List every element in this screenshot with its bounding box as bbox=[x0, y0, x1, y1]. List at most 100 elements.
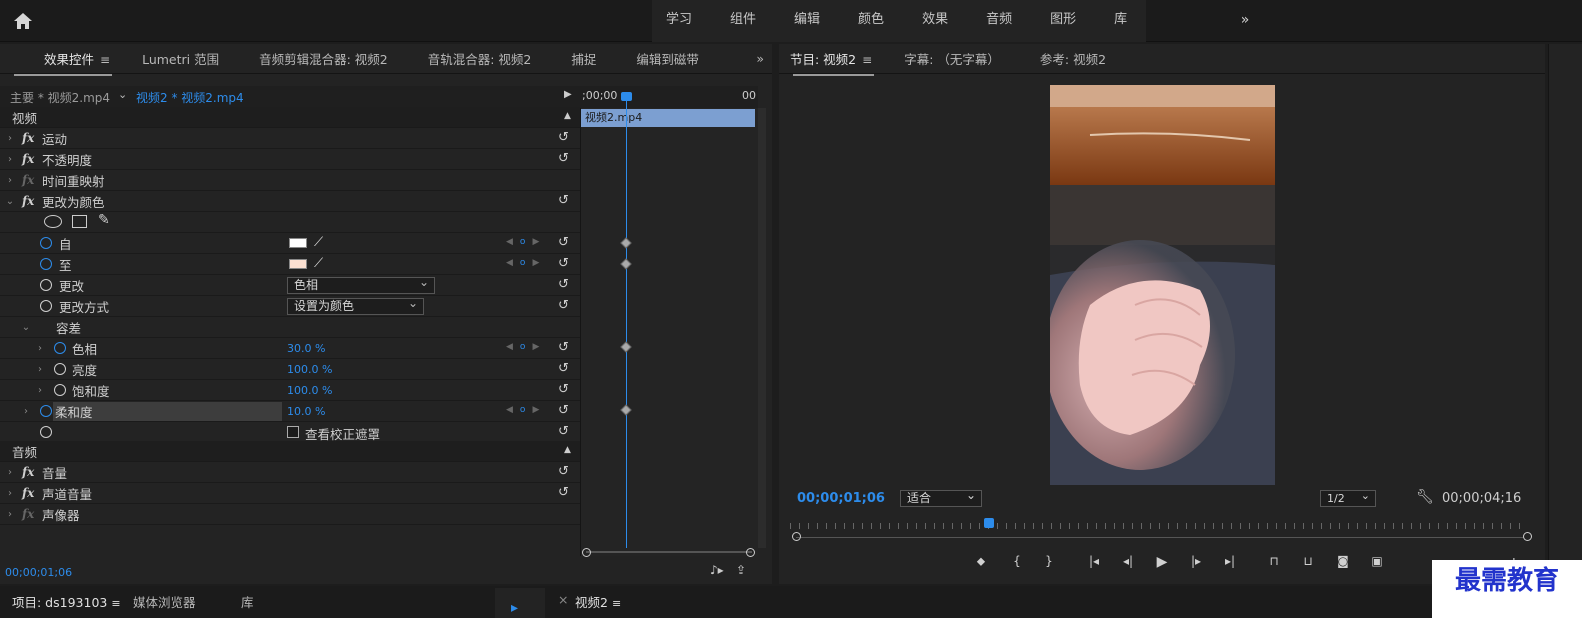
zoom-handle-left[interactable] bbox=[792, 532, 801, 541]
chevron-right-icon[interactable]: › bbox=[4, 175, 16, 186]
stopwatch-icon[interactable] bbox=[40, 237, 52, 249]
stopwatch-icon[interactable] bbox=[40, 426, 52, 438]
tab-project[interactable]: 项目: ds193103 ≡ bbox=[12, 592, 121, 611]
reset-icon[interactable]: ↺ bbox=[558, 257, 572, 271]
close-icon[interactable]: × bbox=[558, 592, 568, 607]
ec-timecode[interactable]: 00;00;01;06 bbox=[5, 566, 72, 579]
duration-timecode[interactable]: 00;00;04;16 bbox=[1442, 491, 1521, 506]
current-timecode[interactable]: 00;00;01;06 bbox=[797, 491, 885, 506]
stopwatch-icon[interactable] bbox=[54, 342, 66, 354]
zoom-fit-dropdown[interactable]: 适合 ⌄ bbox=[900, 488, 982, 507]
chevron-right-icon[interactable]: › bbox=[34, 343, 46, 354]
tab-audio-clip-mixer[interactable]: 音频剪辑混合器: 视频2 bbox=[235, 49, 404, 68]
reset-icon[interactable]: ↺ bbox=[558, 299, 572, 313]
eyedropper-icon[interactable]: ⟋ bbox=[314, 235, 323, 250]
stopwatch-icon[interactable] bbox=[54, 363, 66, 375]
reset-icon[interactable]: ↺ bbox=[558, 152, 572, 166]
zoom-handle-left[interactable] bbox=[582, 548, 591, 557]
workspace-libraries[interactable]: 库 bbox=[1095, 0, 1146, 42]
to-color-swatch[interactable] bbox=[289, 259, 307, 269]
export-frame-icon[interactable]: ⇪ bbox=[736, 563, 746, 577]
timeline-ruler[interactable]: ;00;00 00 bbox=[580, 86, 758, 108]
effect-opacity[interactable]: › fx 不透明度 ↺ bbox=[0, 149, 580, 170]
tab-sequence[interactable]: 视频2 ≡ bbox=[575, 592, 621, 611]
fx-icon[interactable]: fx bbox=[22, 486, 42, 500]
tab-lumetri-scopes[interactable]: Lumetri 范围 bbox=[126, 49, 235, 68]
tab-effect-controls[interactable]: 效果控件 ≡ bbox=[0, 49, 126, 76]
step-forward-icon[interactable]: |▸ bbox=[1186, 554, 1206, 572]
zoom-handle-right[interactable] bbox=[746, 548, 755, 557]
stopwatch-icon[interactable] bbox=[40, 279, 52, 291]
hue-value[interactable]: 30.0 % bbox=[287, 342, 325, 355]
wrench-icon[interactable]: 🔧︎ bbox=[1416, 489, 1434, 505]
more-workspaces-icon[interactable]: » bbox=[1230, 0, 1260, 42]
eyedropper-icon[interactable]: ⟋ bbox=[314, 256, 323, 271]
home-icon[interactable] bbox=[12, 10, 34, 32]
go-to-out-icon[interactable]: ▸| bbox=[1220, 554, 1240, 572]
panel-menu-icon[interactable]: ≡ bbox=[100, 53, 110, 67]
fx-icon[interactable]: fx bbox=[22, 131, 42, 145]
effect-timeline[interactable] bbox=[580, 86, 758, 556]
stopwatch-icon[interactable] bbox=[40, 405, 52, 417]
fx-icon[interactable]: fx bbox=[22, 152, 42, 166]
effect-channel-volume[interactable]: › fx 声道音量 ↺ bbox=[0, 483, 580, 504]
change-method-dropdown[interactable]: 设置为颜色 bbox=[287, 296, 424, 315]
chevron-right-icon[interactable]: › bbox=[20, 406, 32, 417]
effect-change-to-color[interactable]: ⌄ fx 更改为颜色 ↺ bbox=[0, 191, 580, 212]
tab-capture[interactable]: 捕捉 bbox=[547, 49, 612, 68]
stopwatch-icon[interactable] bbox=[54, 384, 66, 396]
chevron-right-icon[interactable]: › bbox=[4, 488, 16, 499]
tab-reference[interactable]: 参考: 视频2 bbox=[1016, 49, 1122, 68]
group-tolerance[interactable]: ⌄ 容差 bbox=[0, 317, 580, 338]
workspace-graphics[interactable]: 图形 bbox=[1031, 0, 1095, 42]
reset-icon[interactable]: ↺ bbox=[558, 465, 572, 479]
playhead-handle[interactable] bbox=[984, 518, 994, 528]
camera-icon[interactable]: ◙ bbox=[1333, 554, 1353, 572]
workspace-learn[interactable]: 学习 bbox=[652, 0, 711, 42]
chevron-right-icon[interactable]: › bbox=[34, 385, 46, 396]
keyframe-nav[interactable]: ◀o▶ bbox=[506, 258, 546, 268]
play-icon[interactable]: ▶ bbox=[564, 89, 572, 100]
reset-icon[interactable]: ↺ bbox=[558, 362, 572, 376]
reset-icon[interactable]: ↺ bbox=[558, 383, 572, 397]
workspace-assembly[interactable]: 组件 bbox=[711, 0, 775, 42]
tab-library[interactable]: 库 bbox=[241, 592, 254, 611]
playback-resolution-dropdown[interactable]: 1/2 ⌄ bbox=[1320, 489, 1376, 507]
reset-icon[interactable]: ↺ bbox=[558, 194, 572, 208]
saturation-value[interactable]: 100.0 % bbox=[287, 384, 332, 397]
lightness-value[interactable]: 100.0 % bbox=[287, 363, 332, 376]
keyframe-nav[interactable]: ◀o▶ bbox=[506, 237, 546, 247]
zoom-handle-right[interactable] bbox=[1523, 532, 1532, 541]
chevron-right-icon[interactable]: › bbox=[34, 364, 46, 375]
softness-value[interactable]: 10.0 % bbox=[287, 405, 325, 418]
chevron-down-icon[interactable]: ⌄ bbox=[20, 322, 32, 333]
tab-program[interactable]: 节目: 视频2 ≡ bbox=[779, 49, 888, 76]
tab-edit-to-tape[interactable]: 编辑到磁带 bbox=[612, 49, 715, 68]
stopwatch-icon[interactable] bbox=[40, 300, 52, 312]
reset-icon[interactable]: ↺ bbox=[558, 486, 572, 500]
zoom-bar[interactable] bbox=[796, 537, 1524, 538]
chevron-down-icon[interactable]: ⌄ bbox=[4, 196, 16, 207]
chevron-right-icon[interactable]: › bbox=[4, 467, 16, 478]
ellipse-mask-icon[interactable] bbox=[44, 215, 62, 228]
from-color-swatch[interactable] bbox=[289, 238, 307, 248]
chevron-right-icon[interactable]: › bbox=[4, 509, 16, 520]
workspace-color[interactable]: 颜色 bbox=[839, 0, 903, 42]
step-back-icon[interactable]: ◂| bbox=[1118, 554, 1138, 572]
pen-mask-icon[interactable]: ✎ bbox=[98, 212, 110, 228]
comparison-view-icon[interactable]: ▣ bbox=[1367, 554, 1387, 572]
workspace-audio[interactable]: 音频 bbox=[967, 0, 1031, 42]
effect-volume[interactable]: › fx 音量 ↺ bbox=[0, 462, 580, 483]
reset-icon[interactable]: ↺ bbox=[558, 341, 572, 355]
rectangle-mask-icon[interactable] bbox=[72, 215, 87, 228]
more-panels-icon[interactable]: » bbox=[748, 51, 772, 66]
tab-audio-track-mixer[interactable]: 音轨混合器: 视频2 bbox=[404, 49, 548, 68]
chevron-down-icon[interactable]: ⌄ bbox=[118, 88, 127, 101]
effect-panner[interactable]: › fx 声像器 bbox=[0, 504, 580, 525]
collapse-icon[interactable]: ▲ bbox=[564, 111, 571, 121]
sequence-clip-label[interactable]: 视频2 * 视频2.mp4 bbox=[136, 89, 244, 106]
reset-icon[interactable]: ↺ bbox=[558, 131, 572, 145]
panel-menu-icon[interactable]: ≡ bbox=[111, 597, 120, 610]
reset-icon[interactable]: ↺ bbox=[558, 404, 572, 418]
effect-time-remapping[interactable]: › fx 时间重映射 bbox=[0, 170, 580, 191]
